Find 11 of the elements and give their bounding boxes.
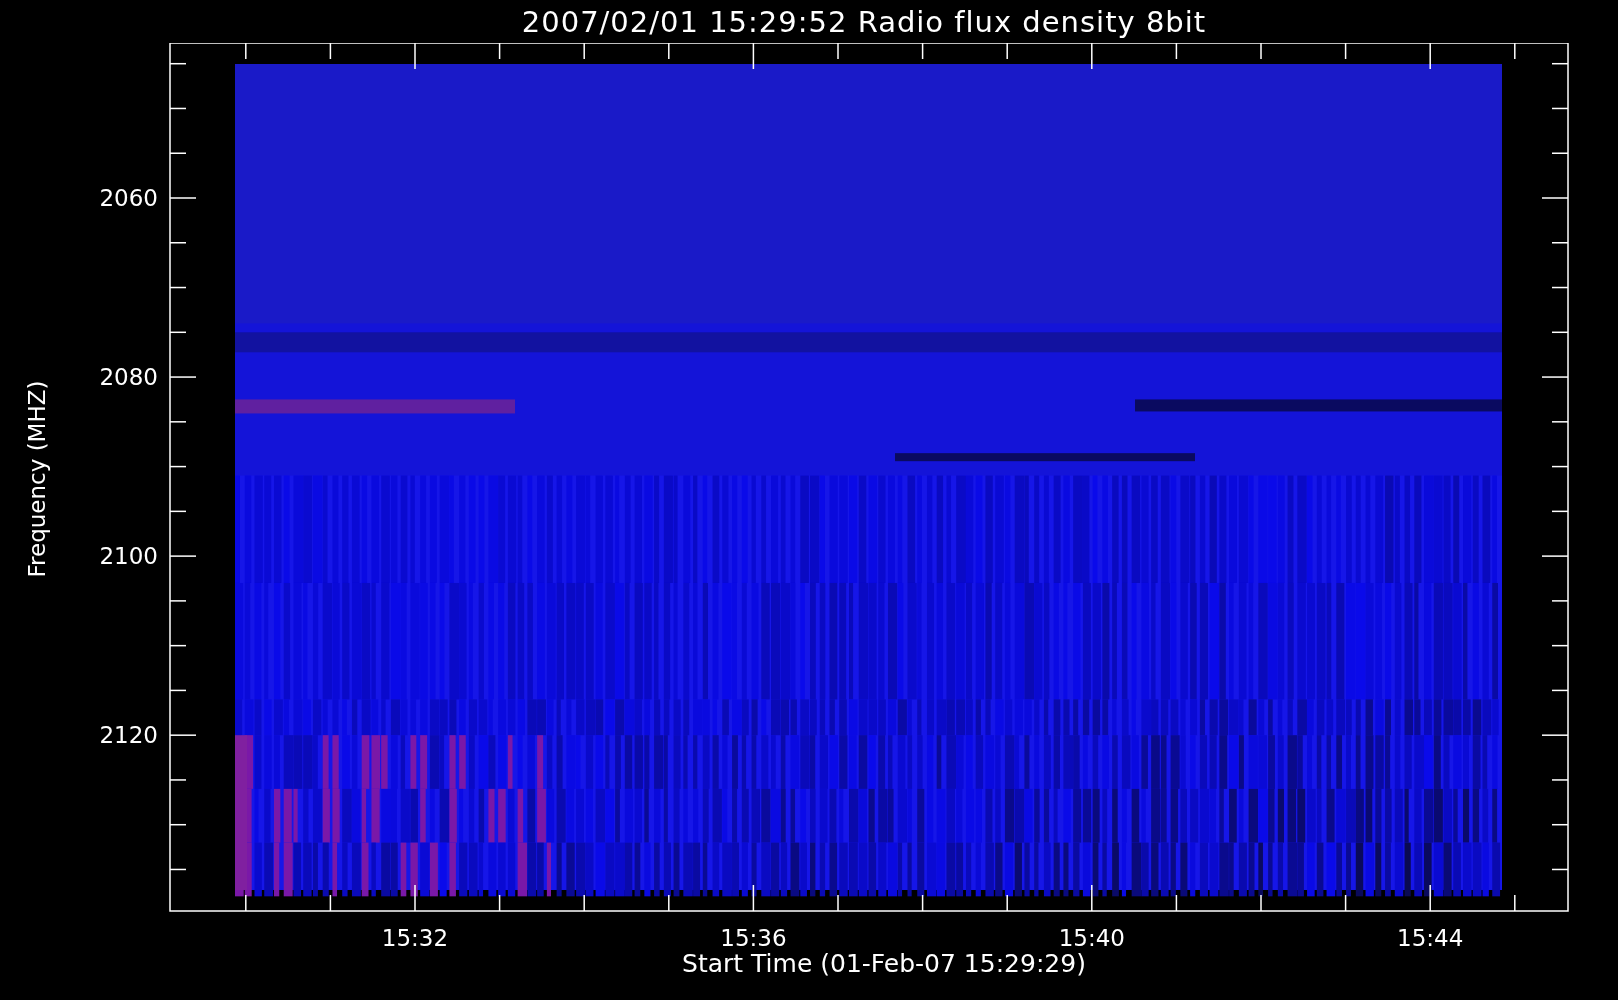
x-axis-label: Start Time (01-Feb-07 15:29:29) (682, 949, 1086, 980)
y-tick-label: 2060 (99, 185, 158, 211)
chart-title: 2007/02/01 15:29:52 Radio flux density 8bit (521, 4, 1207, 39)
y-tick-label: 2120 (99, 722, 158, 749)
x-tick-label: 15:44 (1397, 925, 1464, 951)
x-tick-label: 15:40 (1058, 925, 1125, 951)
x-tick-label: 15:32 (381, 925, 449, 951)
y-axis-label: Frequency (MHZ) (24, 380, 51, 578)
x-tick-label: 15:36 (720, 925, 787, 951)
y-tick-label: 2100 (99, 543, 158, 570)
y-tick-label: 2080 (99, 364, 158, 391)
